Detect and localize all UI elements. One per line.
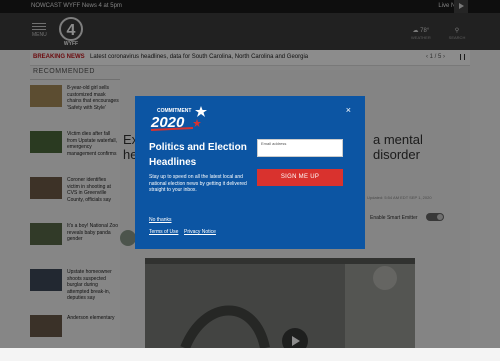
newsletter-modal: × COMMITMENT 2020 Politics and Election … [135,96,365,249]
email-field[interactable]: Email address [257,139,343,157]
no-thanks-link[interactable]: No thanks [149,217,172,223]
sign-me-up-button[interactable]: SIGN ME UP [257,169,343,186]
close-icon[interactable]: × [346,105,351,115]
modal-heading: Politics and Election Headlines [149,142,247,168]
email-field-label: Email address [261,141,287,146]
terms-of-use-link[interactable]: Terms of Use [149,229,178,235]
commitment-2020-logo: COMMITMENT 2020 [150,106,207,131]
email-input[interactable] [261,149,341,155]
modal-blurb: Stay up to speed on all the latest local… [149,174,247,194]
privacy-notice-link[interactable]: Privacy Notice [184,229,216,235]
